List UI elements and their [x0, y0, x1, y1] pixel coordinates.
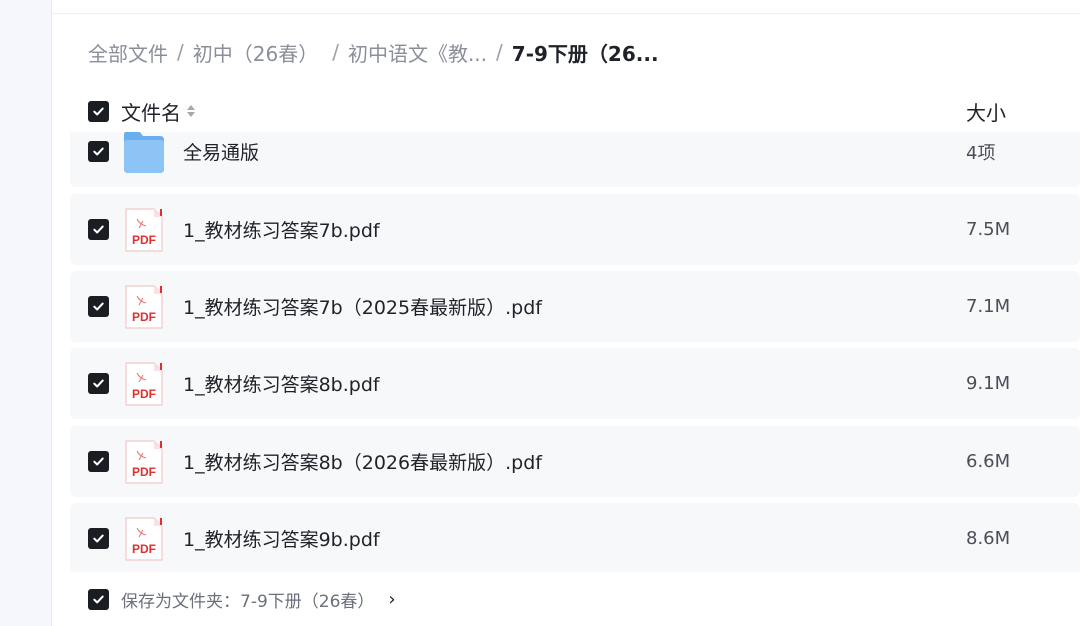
- file-name[interactable]: 1_教材练习答案9b.pdf: [183, 525, 380, 552]
- file-name[interactable]: 1_教材练习答案7b（2025春最新版）.pdf: [183, 293, 542, 320]
- svg-text:PDF: PDF: [132, 310, 156, 324]
- file-name[interactable]: 1_教材练习答案8b.pdf: [183, 370, 380, 397]
- file-size: 7.5M: [966, 219, 1011, 240]
- breadcrumb-separator: /: [177, 40, 184, 64]
- breadcrumb-separator: /: [496, 40, 503, 64]
- checkmark-icon: [93, 302, 104, 311]
- breadcrumb-item-junior-high[interactable]: 初中（26春）: [193, 38, 318, 67]
- file-name[interactable]: 1_教材练习答案7b.pdf: [183, 216, 380, 243]
- folder-icon: [124, 132, 164, 173]
- row-checkbox[interactable]: [88, 296, 109, 317]
- file-list-header: 文件名 大小: [88, 96, 1080, 126]
- file-size: 9.1M: [966, 373, 1011, 394]
- file-row[interactable]: 全易通版 4项: [70, 132, 1080, 187]
- save-as-folder-checkbox[interactable]: [88, 588, 109, 610]
- pdf-icon: PDF: [125, 284, 163, 329]
- checkmark-icon: [93, 457, 104, 466]
- breadcrumb-item-chinese[interactable]: 初中语文《教...: [348, 38, 487, 67]
- breadcrumb-item-current: 7-9下册（26...: [511, 41, 659, 66]
- pdf-icon: PDF: [125, 361, 163, 406]
- file-name[interactable]: 1_教材练习答案8b（2026春最新版）.pdf: [183, 448, 542, 475]
- file-size: 6.6M: [966, 451, 1011, 472]
- save-as-folder-label[interactable]: 保存为文件夹：7-9下册（26春）: [121, 587, 374, 612]
- svg-text:PDF: PDF: [132, 233, 156, 247]
- checkmark-icon: [93, 379, 104, 388]
- select-all-checkbox[interactable]: [88, 100, 109, 122]
- top-bar: [52, 0, 1080, 14]
- file-name[interactable]: 全易通版: [183, 138, 259, 165]
- file-row[interactable]: PDF 1_教材练习答案7b.pdf 7.5M: [70, 194, 1080, 265]
- svg-text:PDF: PDF: [132, 542, 156, 556]
- breadcrumb-item-all-files[interactable]: 全部文件: [88, 38, 168, 67]
- file-list: 全易通版 4项 PDF 1_教材练习答案7b.pdf 7.5M PDF 1_教材…: [70, 132, 1080, 572]
- row-checkbox[interactable]: [88, 373, 109, 394]
- pdf-icon: PDF: [125, 516, 163, 561]
- left-sidebar-rail: [0, 0, 52, 626]
- file-row[interactable]: PDF 1_教材练习答案8b（2026春最新版）.pdf 6.6M: [70, 426, 1080, 497]
- checkmark-icon: [93, 107, 104, 115]
- svg-text:PDF: PDF: [132, 465, 156, 479]
- row-checkbox[interactable]: [88, 219, 109, 240]
- checkmark-icon: [93, 534, 104, 543]
- pdf-icon: PDF: [125, 439, 163, 484]
- checkmark-icon: [93, 147, 104, 156]
- checkmark-icon: [93, 595, 104, 603]
- svg-text:PDF: PDF: [132, 387, 156, 401]
- save-as-folder-bar: 保存为文件夹：7-9下册（26春） ›: [52, 572, 1080, 626]
- breadcrumb-separator: /: [332, 40, 339, 64]
- file-row[interactable]: PDF 1_教材练习答案8b.pdf 9.1M: [70, 348, 1080, 419]
- file-size: 7.1M: [966, 296, 1011, 317]
- breadcrumb: 全部文件 / 初中（26春） / 初中语文《教... / 7-9下册（26...: [88, 36, 659, 68]
- column-header-name[interactable]: 文件名: [121, 97, 181, 126]
- row-checkbox[interactable]: [88, 141, 109, 162]
- row-checkbox[interactable]: [88, 528, 109, 549]
- file-row[interactable]: PDF 1_教材练习答案7b（2025春最新版）.pdf 7.1M: [70, 271, 1080, 342]
- sort-icon[interactable]: [187, 105, 195, 117]
- file-size: 8.6M: [966, 528, 1011, 549]
- row-checkbox[interactable]: [88, 451, 109, 472]
- file-size: 4项: [966, 142, 996, 164]
- column-header-size: 大小: [966, 100, 1006, 125]
- chevron-right-icon[interactable]: ›: [388, 589, 395, 610]
- file-row[interactable]: PDF 1_教材练习答案9b.pdf 8.6M: [70, 503, 1080, 572]
- pdf-icon: PDF: [125, 207, 163, 252]
- checkmark-icon: [93, 225, 104, 234]
